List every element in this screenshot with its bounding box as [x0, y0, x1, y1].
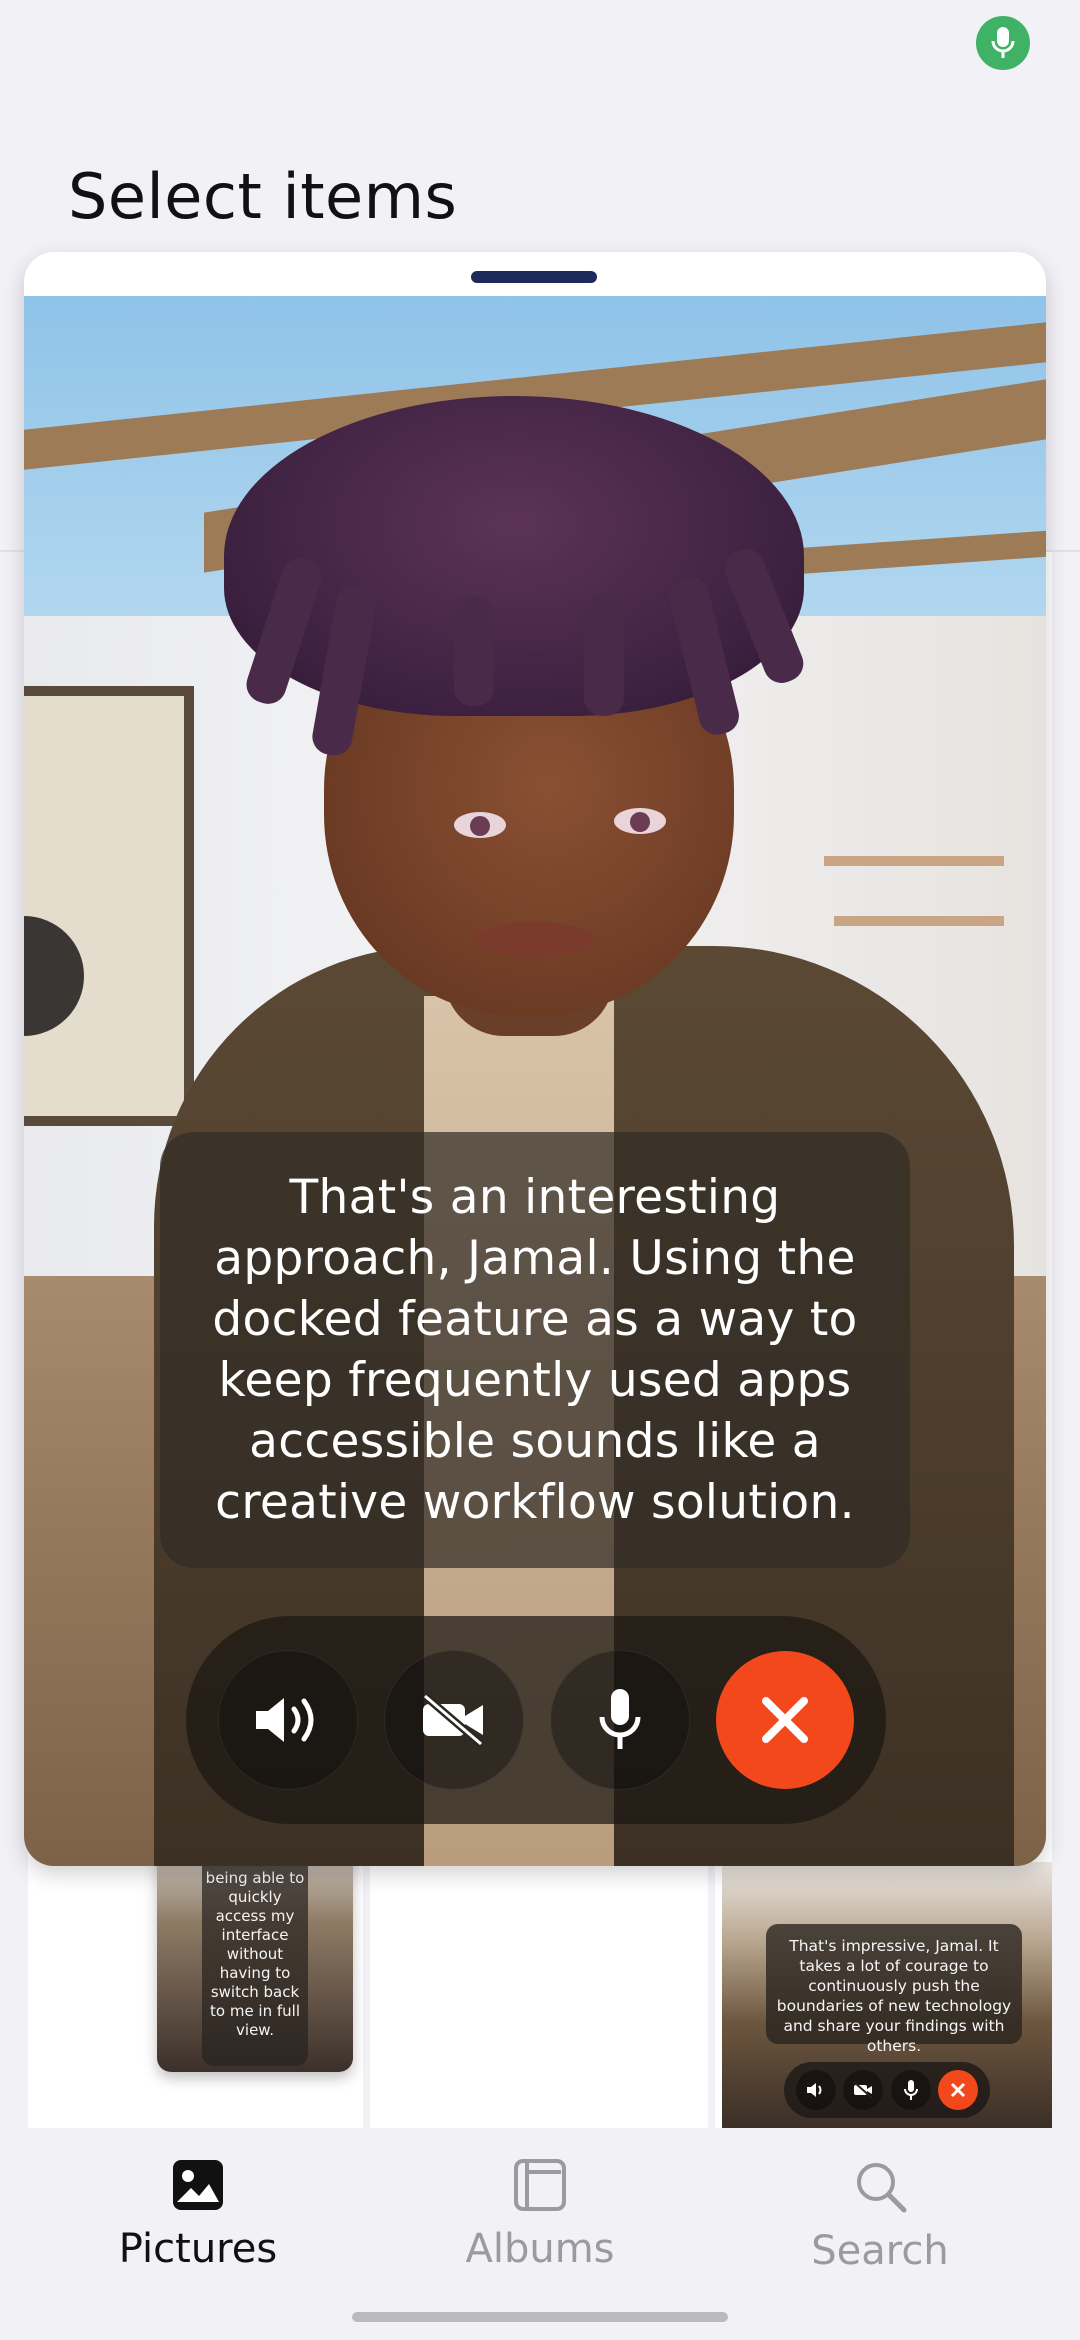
- subtitle-box: That's an interesting approach, Jamal. U…: [160, 1132, 910, 1568]
- microphone-icon: [599, 1689, 641, 1749]
- drag-handle[interactable]: [471, 271, 597, 283]
- bottom-navigation: Pictures Albums Search: [0, 2128, 1080, 2340]
- wall-shelf: [834, 916, 1004, 926]
- microphone-icon: [991, 27, 1015, 58]
- gallery-thumbnail[interactable]: would be being able to quickly access my…: [157, 1840, 353, 2072]
- video-off-icon: [422, 1692, 484, 1748]
- avatar-eye: [614, 808, 666, 834]
- avatar-video-feed: That's an interesting approach, Jamal. U…: [24, 296, 1046, 1866]
- speaker-button[interactable]: [218, 1650, 358, 1790]
- avatar-eye: [454, 812, 506, 838]
- microphone-button[interactable]: [550, 1650, 690, 1790]
- wall-shelf: [824, 856, 1004, 866]
- close-icon: [938, 2070, 979, 2110]
- nav-item-albums[interactable]: Albums: [400, 2158, 680, 2288]
- microphone-status-indicator[interactable]: [976, 16, 1030, 70]
- call-controls: [186, 1616, 886, 1824]
- nav-label: Albums: [465, 2226, 615, 2272]
- nav-label: Pictures: [118, 2226, 278, 2272]
- nav-label: Search: [811, 2228, 949, 2274]
- thumbnail-caption: That's impressive, Jamal. It takes a lot…: [766, 1924, 1022, 2055]
- nav-item-pictures[interactable]: Pictures: [58, 2158, 338, 2288]
- end-call-button[interactable]: [716, 1651, 854, 1789]
- picture-icon: [173, 2160, 223, 2210]
- video-off-icon: [843, 2070, 884, 2110]
- avatar-lips: [474, 922, 594, 958]
- home-indicator[interactable]: [352, 2312, 728, 2322]
- close-icon: [762, 1697, 808, 1743]
- subtitle-text: That's an interesting approach, Jamal. U…: [212, 1170, 858, 1530]
- wall-art: [24, 686, 194, 1126]
- nav-item-search[interactable]: Search: [740, 2158, 1020, 2288]
- thumbnail-call-controls: [784, 2062, 990, 2118]
- speaker-icon: [256, 1698, 314, 1742]
- floating-call-window[interactable]: That's an interesting approach, Jamal. U…: [24, 252, 1046, 1866]
- album-icon: [514, 2159, 566, 2211]
- thumbnail-caption: would be being able to quickly access my…: [202, 1840, 308, 2066]
- page-title: Select items: [68, 160, 458, 233]
- microphone-icon: [890, 2070, 931, 2110]
- speaker-icon: [795, 2070, 836, 2110]
- gallery-thumbnail[interactable]: That's impressive, Jamal. It takes a lot…: [722, 1862, 1052, 2130]
- video-toggle-button[interactable]: [384, 1650, 524, 1790]
- search-icon: [857, 2163, 907, 2213]
